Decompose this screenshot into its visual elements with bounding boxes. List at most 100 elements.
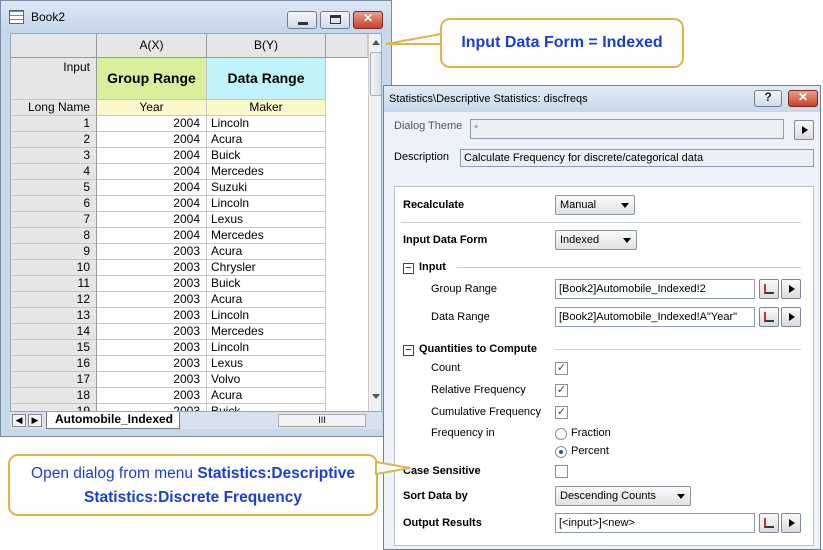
year-cell[interactable]: 2003 — [97, 244, 207, 260]
case-sensitive-checkbox[interactable] — [555, 465, 568, 478]
year-cell[interactable]: 2003 — [97, 388, 207, 404]
recalculate-combo[interactable]: Manual — [555, 195, 635, 215]
row-header[interactable]: 18 — [11, 388, 97, 404]
worksheet-grid[interactable]: A(X) B(Y) Input Group Range Data Range L… — [10, 33, 382, 415]
cumfreq-checkbox[interactable]: ✓ — [555, 406, 568, 419]
maker-cell[interactable]: Lexus — [207, 356, 326, 372]
col-b-long-name[interactable]: Maker — [207, 100, 326, 116]
collapse-input-icon[interactable]: − — [403, 263, 414, 274]
group-range-cell[interactable]: Group Range — [97, 58, 207, 100]
column-a-header[interactable]: A(X) — [97, 34, 207, 58]
maker-cell[interactable]: Lincoln — [207, 196, 326, 212]
row-header[interactable]: 7 — [11, 212, 97, 228]
column-b-header[interactable]: B(Y) — [207, 34, 326, 58]
corner-cell[interactable] — [11, 34, 97, 58]
relfreq-checkbox[interactable]: ✓ — [555, 384, 568, 397]
maker-cell[interactable]: Acura — [207, 244, 326, 260]
row-header[interactable]: 15 — [11, 340, 97, 356]
year-cell[interactable]: 2004 — [97, 212, 207, 228]
output-field[interactable]: [<input>]<new> — [555, 513, 755, 533]
year-cell[interactable]: 2003 — [97, 372, 207, 388]
row-header[interactable]: 13 — [11, 308, 97, 324]
year-cell[interactable]: 2003 — [97, 356, 207, 372]
group-range-field[interactable]: [Book2]Automobile_Indexed!2 — [555, 279, 755, 299]
tab-automobile-indexed[interactable]: Automobile_Indexed — [46, 412, 180, 429]
row-header[interactable]: 6 — [11, 196, 97, 212]
year-cell[interactable]: 2004 — [97, 148, 207, 164]
data-range-cell[interactable]: Data Range — [207, 58, 326, 100]
row-header[interactable]: 5 — [11, 180, 97, 196]
row-header[interactable]: 8 — [11, 228, 97, 244]
col-a-long-name[interactable]: Year — [97, 100, 207, 116]
maker-cell[interactable]: Acura — [207, 292, 326, 308]
year-cell[interactable]: 2004 — [97, 180, 207, 196]
maker-cell[interactable]: Mercedes — [207, 228, 326, 244]
input-data-form-combo[interactable]: Indexed — [555, 230, 637, 250]
close-button[interactable]: ✕ — [353, 11, 383, 29]
year-cell[interactable]: 2004 — [97, 228, 207, 244]
maker-cell[interactable]: Lincoln — [207, 308, 326, 324]
year-cell[interactable]: 2003 — [97, 308, 207, 324]
count-checkbox[interactable]: ✓ — [555, 362, 568, 375]
sort-combo[interactable]: Descending Counts — [555, 486, 691, 506]
row-header[interactable]: 17 — [11, 372, 97, 388]
dialog-titlebar[interactable]: Statistics\Descriptive Statistics: discf… — [384, 86, 820, 112]
maker-cell[interactable]: Chrysler — [207, 260, 326, 276]
year-cell[interactable]: 2004 — [97, 196, 207, 212]
scroll-down-icon[interactable] — [372, 394, 380, 399]
row-header[interactable]: 3 — [11, 148, 97, 164]
theme-menu-button[interactable] — [794, 120, 814, 140]
row-header[interactable]: 11 — [11, 276, 97, 292]
dialog-close-button[interactable]: ✕ — [788, 90, 818, 107]
select-range-icon[interactable] — [759, 279, 779, 299]
maker-cell[interactable]: Lincoln — [207, 116, 326, 132]
maker-cell[interactable]: Buick — [207, 276, 326, 292]
row-header[interactable]: 14 — [11, 324, 97, 340]
row-header[interactable]: 1 — [11, 116, 97, 132]
percent-radio[interactable] — [555, 446, 567, 458]
maker-cell[interactable]: Volvo — [207, 372, 326, 388]
row-header[interactable]: 4 — [11, 164, 97, 180]
vertical-scrollbar[interactable] — [368, 34, 381, 414]
maker-cell[interactable]: Buick — [207, 148, 326, 164]
year-cell[interactable]: 2004 — [97, 132, 207, 148]
data-range-menu-button[interactable] — [781, 307, 801, 327]
row-header[interactable]: 10 — [11, 260, 97, 276]
row-header[interactable]: 12 — [11, 292, 97, 308]
maker-cell[interactable]: Lexus — [207, 212, 326, 228]
row-header[interactable]: 16 — [11, 356, 97, 372]
group-range-menu-button[interactable] — [781, 279, 801, 299]
scroll-thumb[interactable] — [370, 52, 381, 96]
year-cell[interactable]: 2003 — [97, 276, 207, 292]
maximize-button[interactable] — [320, 11, 350, 29]
year-cell[interactable]: 2004 — [97, 116, 207, 132]
row-header[interactable]: 9 — [11, 244, 97, 260]
data-range-field[interactable]: [Book2]Automobile_Indexed!A"Year" — [555, 307, 755, 327]
select-range-icon[interactable] — [759, 513, 779, 533]
year-cell[interactable]: 2003 — [97, 324, 207, 340]
year-cell[interactable]: 2003 — [97, 260, 207, 276]
year-cell[interactable]: 2003 — [97, 292, 207, 308]
minimize-icon — [298, 22, 308, 25]
maker-cell[interactable]: Mercedes — [207, 164, 326, 180]
help-button[interactable]: ? — [754, 90, 782, 107]
tab-prev-icon[interactable]: ◀ — [12, 414, 26, 427]
tab-next-icon[interactable]: ▶ — [28, 414, 42, 427]
output-menu-button[interactable] — [781, 513, 801, 533]
minimize-button[interactable] — [287, 11, 317, 29]
year-cell[interactable]: 2003 — [97, 340, 207, 356]
dialog-theme-field[interactable]: * — [470, 119, 784, 139]
maker-cell[interactable]: Suzuki — [207, 180, 326, 196]
maker-cell[interactable]: Acura — [207, 388, 326, 404]
horizontal-scrollbar[interactable]: III — [278, 414, 366, 427]
maker-cell[interactable]: Acura — [207, 132, 326, 148]
row-header[interactable]: 2 — [11, 132, 97, 148]
scroll-up-icon[interactable] — [372, 40, 380, 45]
year-cell[interactable]: 2004 — [97, 164, 207, 180]
maker-cell[interactable]: Mercedes — [207, 324, 326, 340]
workbook-titlebar[interactable]: Book2 ✕ — [1, 1, 391, 33]
maker-cell[interactable]: Lincoln — [207, 340, 326, 356]
select-range-icon[interactable] — [759, 307, 779, 327]
fraction-radio[interactable] — [555, 428, 567, 440]
collapse-quantities-icon[interactable]: − — [403, 345, 414, 356]
